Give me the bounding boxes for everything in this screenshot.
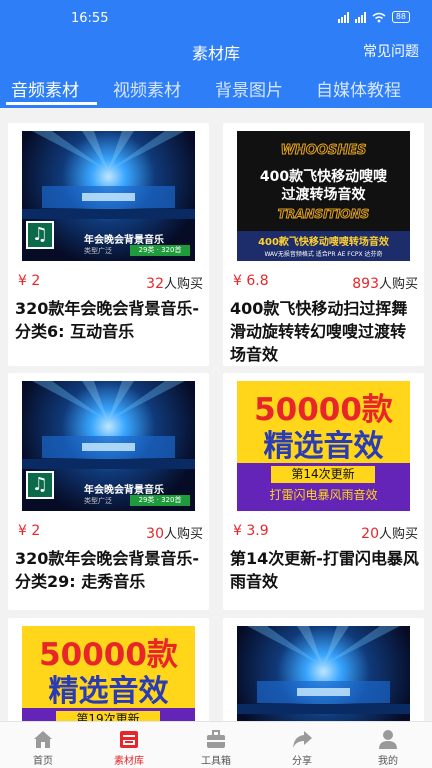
nav-home-label: 首页 (33, 756, 53, 767)
product-price: ¥ 6.8 (233, 273, 269, 289)
wifi-icon (372, 12, 386, 22)
signal-icon (354, 11, 366, 23)
active-tab-indicator (6, 102, 97, 105)
buyer-count: 32人购买 (146, 273, 203, 292)
thumbnail-header: 50000款 精选音效 (237, 381, 410, 464)
thumbnail-band: 第14次更新 打雷闪电暴风雨音效 (237, 463, 410, 511)
bottom-navigation: 首页 素材库 工具箱 分享 我的 (0, 721, 432, 768)
thumbnail-header: 50000款 精选音效 (22, 626, 195, 709)
thumbnail-count-badge: 29类 · 320首 (130, 245, 190, 256)
home-icon (34, 731, 52, 748)
nav-library[interactable]: 素材库 (99, 728, 159, 767)
product-thumbnail: WHOOSHES 400款飞快移动嗖嗖 过渡转场音效 TRANSITIONS 4… (237, 131, 410, 261)
tab-video[interactable]: 视频素材 (113, 76, 181, 101)
nav-library-label: 素材库 (114, 756, 144, 767)
buyer-count: 20人购买 (361, 523, 418, 542)
thumbnail-band-subtitle: 打雷闪电暴风雨音效 (269, 488, 378, 502)
status-time: 16:55 (71, 11, 109, 26)
thumbnail-logo-text: WHOOSHES (280, 143, 367, 159)
buyer-count-suffix: 人购买 (163, 277, 203, 292)
nav-share-label: 分享 (292, 756, 312, 767)
buyer-count-suffix: 人购买 (378, 277, 418, 292)
nav-profile[interactable]: 我的 (358, 728, 418, 767)
buyer-count: 893人购买 (352, 273, 418, 292)
thumbnail-title: 年会晚会背景音乐 (84, 235, 164, 246)
nav-toolbox-label: 工具箱 (201, 756, 231, 767)
product-thumbnail: 50000款 精选音效 第14次更新 打雷闪电暴风雨音效 (237, 381, 410, 511)
product-name: 320款年会晚会背景音乐-分类29: 走秀音乐 (15, 549, 200, 591)
signal-icon (337, 11, 349, 23)
thumbnail-count-badge: 29类 · 320首 (130, 495, 190, 506)
product-price: ¥ 2 (18, 273, 41, 289)
product-card[interactable]: ♫ 年会晚会背景音乐 类型广泛 29类 · 320首 ¥ 2 32人购买 320… (8, 123, 209, 366)
status-icons: 88 (337, 11, 410, 23)
thumbnail-subtitle: 类型广泛 (84, 497, 112, 505)
tab-backgrounds[interactable]: 背景图片 (215, 76, 283, 101)
product-card[interactable] (223, 618, 424, 728)
tab-tutorials[interactable]: 自媒体教程 (316, 76, 401, 101)
thumbnail-band-title: 400款飞快移动嗖嗖转场音效 (258, 237, 389, 248)
faq-link[interactable]: 常见问题 (363, 41, 419, 61)
product-card[interactable]: ♫ 年会晚会背景音乐 类型广泛 29类 · 320首 ¥ 2 30人购买 320… (8, 373, 209, 610)
product-card[interactable]: 50000款 精选音效 第19次更新 (8, 618, 209, 728)
product-thumbnail: ♫ 年会晚会背景音乐 类型广泛 29类 · 320首 (22, 131, 195, 261)
stage-lights-graphic (237, 626, 410, 714)
product-thumbnail: 50000款 精选音效 第19次更新 (22, 626, 195, 728)
thumbnail-title: 精选音效 (263, 429, 384, 464)
product-name: 400款飞快移动扫过挥舞滑动旋转转幻嗖嗖过渡转场音效 (230, 299, 408, 364)
product-name: 320款年会晚会背景音乐-分类6: 互动音乐 (15, 299, 200, 341)
library-icon (120, 731, 138, 748)
share-icon (293, 731, 312, 748)
thumbnail-title: 过渡转场音效 (281, 187, 366, 203)
product-name: 第14次更新-打雷闪电暴风雨音效 (230, 549, 419, 591)
product-card[interactable]: WHOOSHES 400款飞快移动嗖嗖 过渡转场音效 TRANSITIONS 4… (223, 123, 424, 366)
nav-profile-label: 我的 (378, 756, 398, 767)
buyer-count-suffix: 人购买 (378, 527, 418, 542)
buyer-count-suffix: 人购买 (163, 527, 203, 542)
thumbnail-subtitle: 类型广泛 (84, 247, 112, 255)
buyer-count: 30人购买 (146, 523, 203, 542)
thumbnail-update-label: 第14次更新 (271, 466, 375, 483)
top-bar: 16:55 88 素材库 常见问题 音频素材 视频素材 背景图片 自媒体教程 (0, 0, 432, 108)
music-note-icon: ♫ (26, 221, 54, 249)
battery-indicator: 88 (391, 11, 410, 23)
status-bar: 16:55 88 (0, 0, 432, 36)
tab-audio[interactable]: 音频素材 (11, 76, 79, 101)
thumbnail-band-subtitle: WAV无损音频格式 适合PR AE FCPX 达芬奇 (264, 251, 383, 258)
user-icon (379, 730, 397, 749)
product-price: ¥ 3.9 (233, 523, 269, 539)
buyer-count-number: 20 (361, 526, 379, 542)
thumbnail-title: 精选音效 (48, 674, 169, 709)
thumbnail-logo-text: TRANSITIONS (277, 207, 370, 222)
buyer-count-number: 893 (352, 276, 379, 292)
nav-toolbox[interactable]: 工具箱 (186, 728, 246, 767)
thumbnail-title: 年会晚会背景音乐 (84, 485, 164, 496)
product-thumbnail: ♫ 年会晚会背景音乐 类型广泛 29类 · 320首 (22, 381, 195, 511)
nav-share[interactable]: 分享 (272, 728, 332, 767)
music-note-icon: ♫ (26, 471, 54, 499)
nav-home[interactable]: 首页 (13, 728, 73, 767)
buyer-count-number: 32 (146, 276, 164, 292)
buyer-count-number: 30 (146, 526, 164, 542)
thumbnail-title: 400款飞快移动嗖嗖 (259, 169, 388, 185)
product-price: ¥ 2 (18, 523, 41, 539)
toolbox-icon (207, 730, 225, 748)
thumbnail-band: 400款飞快移动嗖嗖转场音效 WAV无损音频格式 适合PR AE FCPX 达芬… (237, 231, 410, 261)
category-tabs: 音频素材 视频素材 背景图片 自媒体教程 (0, 72, 432, 108)
product-thumbnail (237, 626, 410, 728)
product-card[interactable]: 50000款 精选音效 第14次更新 打雷闪电暴风雨音效 ¥ 3.9 20人购买… (223, 373, 424, 610)
